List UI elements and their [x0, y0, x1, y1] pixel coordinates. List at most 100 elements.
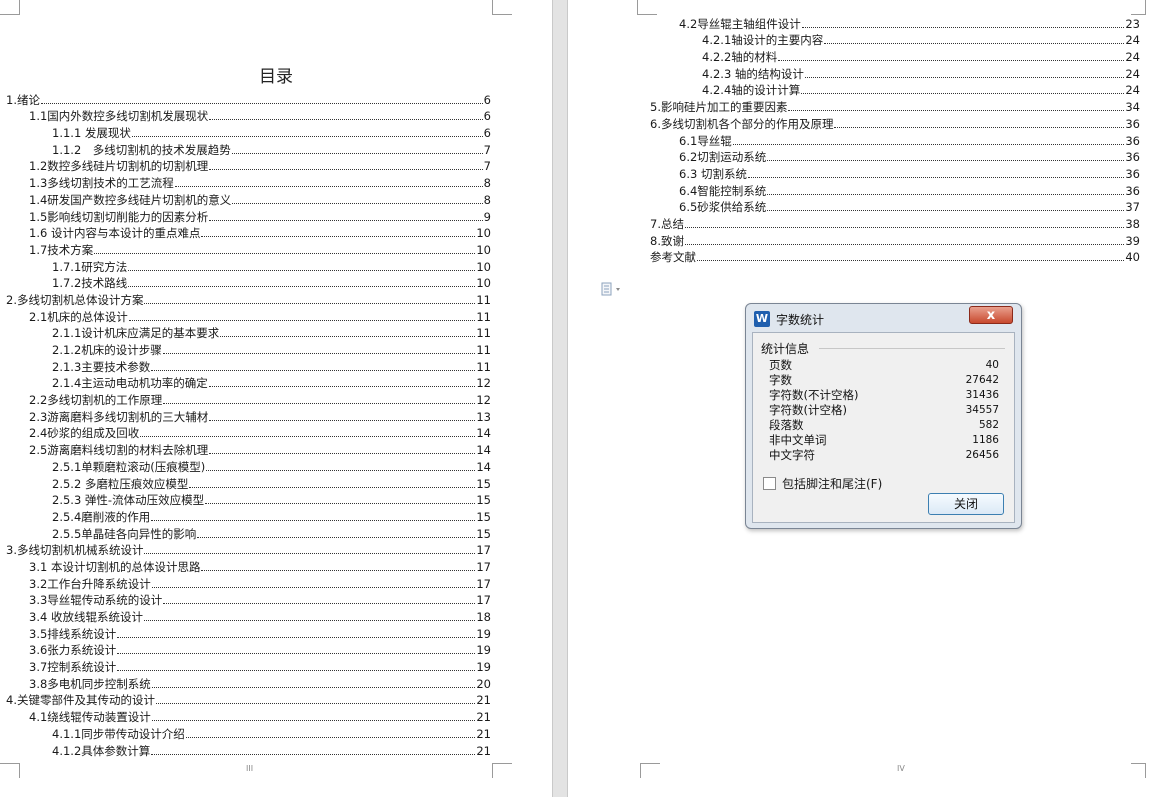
toc-entry-title: 1.6 设计内容与本设计的重点难点 [29, 226, 201, 241]
toc-entry[interactable]: 2.多线切割机总体设计方案 11 [0, 291, 491, 308]
toc-entry[interactable]: 1.1国内外数控多线切割机发展现状 6 [0, 108, 491, 125]
toc-entry[interactable]: 1.2数控多线硅片切割机的切割机理 7 [0, 158, 491, 175]
toc-entry-page: 17 [476, 593, 491, 608]
toc-entry-page: 15 [476, 493, 491, 508]
toc-entry[interactable]: 1.7.2技术路线 10 [0, 275, 491, 292]
toc-entry[interactable]: 2.1.3主要技术参数 11 [0, 358, 491, 375]
toc-entry[interactable]: 4.2.2轴的材料 24 [650, 48, 1140, 65]
toc-entry[interactable]: 5.影响硅片加工的重要因素 34 [650, 98, 1140, 115]
toc-entry[interactable]: 1.3多线切割技术的工艺流程 8 [0, 174, 491, 191]
toc-entry[interactable]: 2.5.2 多磨粒压痕效应模型 15 [0, 475, 491, 492]
toc-entry[interactable]: 6.3 切割系统 36 [650, 165, 1140, 182]
stats-section-label: 统计信息 [761, 342, 810, 356]
toc-entry[interactable]: 6.2切割运动系统 36 [650, 149, 1140, 166]
toc-entry-page: 21 [476, 710, 491, 725]
toc-entry-page: 8 [483, 192, 491, 207]
toc-entry[interactable]: 3.7控制系统设计 19 [0, 658, 491, 675]
toc-entry[interactable]: 2.5.3 弹性-流体动压效应模型 15 [0, 492, 491, 509]
toc-entry[interactable]: 3.3导丝辊传动系统的设计 17 [0, 592, 491, 609]
stat-row: 字符数(计空格) 34557 [769, 403, 999, 418]
toc-entry-title: 1.1国内外数控多线切割机发展现状 [29, 109, 209, 124]
stat-value: 26456 [965, 449, 999, 461]
toc-leader-dots [151, 586, 476, 588]
toc-entry[interactable]: 2.1机床的总体设计 11 [0, 308, 491, 325]
toc-entry-title: 2.3游离磨料多线切割机的三大辅材 [29, 409, 209, 424]
toc-entry[interactable]: 1.1.2 多线切割机的技术发展趋势 7 [0, 141, 491, 158]
toc-entry[interactable]: 4.关键零部件及其传动的设计 21 [0, 692, 491, 709]
toc-entry[interactable]: 1.7技术方案 10 [0, 241, 491, 258]
toc-entry-title: 2.5.3 弹性-流体动压效应模型 [52, 493, 205, 508]
toc-entry[interactable]: 4.2.3 轴的结构设计 24 [650, 65, 1140, 82]
toc-entry[interactable]: 3.8多电机同步控制系统 20 [0, 675, 491, 692]
toc-entry[interactable]: 6.1导丝辊 36 [650, 132, 1140, 149]
toc-entry[interactable]: 3.4 收放线辊系统设计 18 [0, 608, 491, 625]
toc-entry[interactable]: 2.5游离磨料线切割的材料去除机理 14 [0, 441, 491, 458]
toc-leader-dots [801, 26, 1125, 28]
include-footnotes-option[interactable]: 包括脚注和尾注(F) [763, 475, 882, 492]
close-button[interactable]: 关闭 [928, 493, 1004, 515]
stat-label: 字符数(不计空格) [769, 388, 859, 402]
toc-entry[interactable]: 1.绪论 6 [0, 91, 491, 108]
toc-entry[interactable]: 4.2.4轴的设计计算 24 [650, 82, 1140, 99]
toc-entry[interactable]: 6.多线切割机各个部分的作用及原理 36 [650, 115, 1140, 132]
toc-entry[interactable]: 1.4研发国产数控多线硅片切割机的意义 8 [0, 191, 491, 208]
toc-entry-page: 24 [1125, 66, 1140, 81]
toc-entry-page: 34 [1125, 100, 1140, 115]
toc-entry-page: 36 [1125, 166, 1140, 181]
toc-entry[interactable]: 6.4智能控制系统 36 [650, 182, 1140, 199]
toc-entry[interactable]: 3.6张力系统设计 19 [0, 642, 491, 659]
toc-leader-dots [143, 620, 476, 621]
toc-leader-dots [174, 186, 483, 188]
toc-entry[interactable]: 6.5砂浆供给系统 37 [650, 199, 1140, 216]
toc-entry[interactable]: 2.5.1单颗磨粒滚动(压痕模型) 14 [0, 458, 491, 475]
toc-entry[interactable]: 2.5.5单晶硅各向异性的影响 15 [0, 525, 491, 542]
stat-row: 中文字符 26456 [769, 448, 999, 463]
stat-row: 非中文单词 1186 [769, 433, 999, 448]
toc-entry-page: 38 [1125, 216, 1140, 231]
toc-entry[interactable]: 1.5影响线切割切削能力的因素分析 9 [0, 208, 491, 225]
toc-entry-title: 2.1.3主要技术参数 [52, 359, 151, 374]
toc-entry[interactable]: 2.3游离磨料多线切割机的三大辅材 13 [0, 408, 491, 425]
toc-entry-title: 3.8多电机同步控制系统 [29, 676, 151, 691]
toc-entry-title: 1.绪论 [6, 92, 40, 107]
toc-entry[interactable]: 3.2工作台升降系统设计 17 [0, 575, 491, 592]
toc-entry[interactable]: 1.1.1 发展现状 6 [0, 124, 491, 141]
stat-value: 31436 [965, 389, 999, 401]
toc-entry[interactable]: 2.4砂浆的组成及回收 14 [0, 425, 491, 442]
toc-entry[interactable]: 2.1.1设计机床应满足的基本要求 11 [0, 325, 491, 342]
toc-entry-title: 1.1.2 多线切割机的技术发展趋势 [52, 142, 231, 157]
toc-entry-page: 36 [1125, 116, 1140, 131]
toc-entry[interactable]: 2.2多线切割机的工作原理 12 [0, 391, 491, 408]
toc-entry[interactable]: 2.1.2机床的设计步骤 11 [0, 341, 491, 358]
toc-entry[interactable]: 参考文献 40 [650, 249, 1140, 266]
toc-entry[interactable]: 3.5排线系统设计 19 [0, 625, 491, 642]
toc-leader-dots [834, 126, 1125, 128]
toc-entry[interactable]: 4.2.1轴设计的主要内容 24 [650, 32, 1140, 49]
toc-entry-title: 2.5.4磨削液的作用 [52, 509, 151, 524]
toc-leader-dots [151, 753, 476, 755]
toc-entry[interactable]: 4.1.1同步带传动设计介绍 21 [0, 725, 491, 742]
toc-entry-page: 24 [1125, 83, 1140, 98]
stat-label: 非中文单词 [769, 433, 827, 447]
toc-entry[interactable]: 1.6 设计内容与本设计的重点难点 10 [0, 225, 491, 242]
toc-entry[interactable]: 4.2导丝辊主轴组件设计 23 [650, 15, 1140, 32]
dialog-close-icon[interactable]: x [969, 306, 1013, 324]
toc-leader-dots [151, 369, 476, 371]
toc-entry[interactable]: 3.多线切割机机械系统设计 17 [0, 542, 491, 559]
toc-entry[interactable]: 1.7.1研究方法 10 [0, 258, 491, 275]
include-footnotes-checkbox[interactable] [763, 477, 776, 490]
toc-entry[interactable]: 2.1.4主运动电动机功率的确定 12 [0, 375, 491, 392]
toc-entry[interactable]: 4.1.2具体参数计算 21 [0, 742, 491, 759]
toc-entry-title: 4.关键零部件及其传动的设计 [6, 693, 155, 708]
toc-entry[interactable]: 7.总结 38 [650, 215, 1140, 232]
include-footnotes-label: 包括脚注和尾注(F) [782, 477, 883, 491]
toc-entry[interactable]: 4.1绕线辊传动装置设计 21 [0, 708, 491, 725]
toc-leader-dots [128, 286, 476, 288]
document-marker-icon[interactable] [601, 282, 623, 298]
toc-entry[interactable]: 2.5.4磨削液的作用 15 [0, 508, 491, 525]
toc-entry-page: 10 [476, 259, 491, 274]
dialog-titlebar[interactable]: W 字数统计 x [746, 304, 1021, 332]
toc-entry[interactable]: 8.致谢 39 [650, 232, 1140, 249]
toc-leader-dots [128, 269, 476, 271]
toc-entry[interactable]: 3.1 本设计切割机的总体设计思路 17 [0, 558, 491, 575]
